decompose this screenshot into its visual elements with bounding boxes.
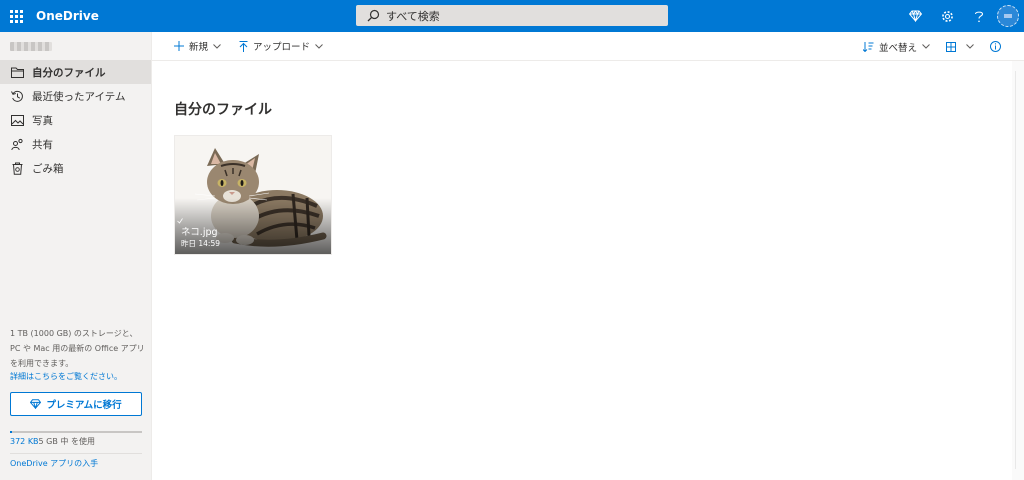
sidebar-item-photos[interactable]: 写真 [0,108,151,132]
new-button[interactable]: 新規 [170,32,225,61]
sidebar-item-label: 自分のファイル [32,66,106,79]
sidebar: 自分のファイル 最近使ったアイテム 写真 共有 ごみ箱 1 TB (1000 G… [0,32,152,480]
sidebar-item-label: 最近使ったアイテム [32,90,126,103]
storage-total-text: 5 GB 中 を使用 [38,437,95,446]
storage-usage-fill [10,431,12,433]
settings-gear-icon[interactable] [931,0,963,32]
main-content: 自分のファイル ネコ.jpg 昨日 14:59 [152,61,1012,480]
account-name-redacted [10,41,52,51]
sidebar-item-label: ごみ箱 [32,162,64,175]
grid-view-icon [946,41,956,52]
search-icon [362,5,384,26]
go-premium-label: プレミアムに移行 [46,400,122,411]
photo-icon [10,113,24,127]
avatar[interactable] [997,5,1019,27]
help-icon[interactable] [963,0,995,32]
trash-icon [10,161,24,175]
sort-icon [862,41,874,52]
upload-button[interactable]: アップロード [235,32,327,61]
sidebar-item-label: 共有 [32,138,53,151]
sort-button[interactable]: 並べ替え [859,32,934,61]
chevron-down-icon [922,44,930,49]
plus-icon [174,41,184,51]
info-icon [990,41,1001,52]
storage-usage-bar [10,431,142,433]
new-label: 新規 [189,42,209,53]
sort-label: 並べ替え [878,42,917,54]
file-modified-date: 昨日 14:59 [181,239,220,248]
search-box[interactable]: すべて検索 [356,5,668,26]
sidebar-item-recycle-bin[interactable]: ごみ箱 [0,156,151,180]
history-icon [10,89,24,103]
chevron-down-icon [966,44,974,49]
diamond-icon [30,399,42,409]
scrollbar-track [1015,71,1021,469]
search-input[interactable]: すべて検索 [386,8,440,24]
get-app-link[interactable]: OneDrive アプリの入手 [10,458,98,469]
storage-note: 1 TB (1000 GB) のストレージと、PC や Mac 用の最新の Of… [10,329,145,368]
sidebar-item-shared[interactable]: 共有 [0,132,151,156]
waffle-icon [9,9,23,23]
info-button[interactable] [986,32,1010,61]
sidebar-item-my-files[interactable]: 自分のファイル [0,60,151,84]
file-tile[interactable]: ネコ.jpg 昨日 14:59 [174,135,332,255]
top-bar: OneDrive すべて検索 [0,0,1024,32]
file-name[interactable]: ネコ.jpg [181,224,218,238]
chevron-down-icon [315,43,323,49]
scrollbar[interactable] [1012,61,1024,480]
upload-label: アップロード [253,42,311,53]
page-title: 自分のファイル [174,102,272,118]
details-link[interactable]: 詳細はこちらをご覧ください。 [10,371,122,382]
view-options-button[interactable] [942,32,978,61]
command-bar: 新規 アップロード 並べ替え [152,32,1024,61]
premium-diamond-icon[interactable] [899,0,931,32]
upload-arrow-icon [239,40,248,52]
folder-icon [10,65,24,79]
account-name[interactable] [0,32,151,60]
chevron-down-icon [213,43,221,49]
storage-used-amount: 372 KB [10,437,39,446]
storage-usage-text[interactable]: 372 KB5 GB 中 を使用 [10,436,95,447]
sidebar-item-recent[interactable]: 最近使ったアイテム [0,84,151,108]
share-icon [10,137,24,151]
app-launcher-button[interactable] [0,0,32,32]
go-premium-button[interactable]: プレミアムに移行 [10,392,142,416]
sidebar-divider [10,453,142,454]
sidebar-item-label: 写真 [32,114,53,127]
app-name[interactable]: OneDrive [36,9,99,23]
